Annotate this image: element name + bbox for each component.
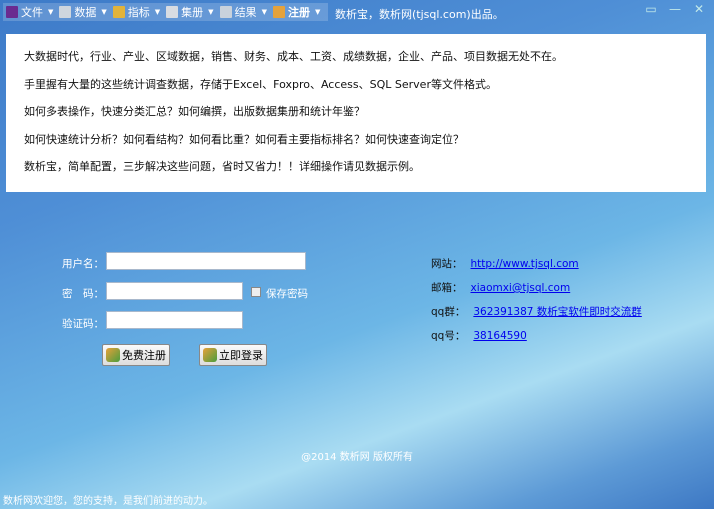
- menu-label: 数据: [74, 6, 97, 19]
- menu-data[interactable]: 数据 ▼: [56, 3, 109, 21]
- captcha-input[interactable]: [106, 311, 243, 329]
- email-row: 邮箱： xiaomxi@tjsql.com: [431, 280, 570, 295]
- window-controls: ▭ — ✕: [642, 2, 708, 16]
- menu-indicator[interactable]: 指标 ▼: [110, 3, 163, 21]
- menu-label: 结果: [234, 6, 257, 19]
- menu-label: 集册: [181, 6, 204, 19]
- save-password-label[interactable]: 保存密码: [266, 286, 308, 301]
- menu-register[interactable]: 注册 ▼: [270, 3, 323, 21]
- qq-group-link[interactable]: 362391387 数析宝软件即时交流群: [473, 306, 641, 318]
- login-label: 立即登录: [219, 349, 263, 362]
- password-label: 密 码：: [62, 288, 104, 300]
- email-label: 邮箱：: [431, 282, 463, 294]
- key-icon: [112, 6, 125, 18]
- bar-chart-icon: [219, 6, 232, 18]
- qq-link[interactable]: 38164590: [473, 330, 526, 342]
- intro-line: 大数据时代，行业、产业、区域数据，销售、财务、成本、工资、成绩数据，企业、产品、…: [24, 50, 563, 63]
- intro-line: 如何多表操作，快速分类汇总？如何编撰，出版数据集册和统计年鉴？: [24, 105, 365, 118]
- intro-panel: 大数据时代，行业、产业、区域数据，销售、财务、成本、工资、成绩数据，企业、产品、…: [6, 34, 706, 192]
- captcha-label: 验证码：: [62, 318, 104, 330]
- menu-label: 指标: [127, 6, 150, 19]
- dropdown-arrow-icon: ▼: [314, 8, 321, 16]
- username-label: 用户名：: [62, 258, 104, 270]
- website-link[interactable]: http://www.tjsql.com: [471, 258, 579, 270]
- menu-collection[interactable]: 集册 ▼: [163, 3, 216, 21]
- byline: 数析宝，数析网(tjsql.com)出品。: [335, 8, 504, 21]
- qq-group-row: qq群： 362391387 数析宝软件即时交流群: [431, 304, 642, 319]
- website-row: 网站： http://www.tjsql.com: [431, 256, 579, 271]
- copyright: @2014 数析网 版权所有: [301, 452, 413, 463]
- menu-label: 注册: [287, 6, 310, 19]
- qq-group-label: qq群：: [431, 306, 466, 318]
- dropdown-arrow-icon: ▼: [101, 8, 107, 16]
- close-icon[interactable]: ✕: [690, 2, 708, 16]
- users-icon: [106, 348, 120, 362]
- status-bar: 数析网欢迎您，您的支持，是我们前进的动力。: [3, 496, 213, 507]
- website-label: 网站：: [431, 258, 463, 270]
- edit-icon: [166, 6, 179, 18]
- restore-icon[interactable]: ▭: [642, 2, 660, 16]
- username-input[interactable]: [106, 252, 306, 270]
- users-icon: [203, 348, 217, 362]
- password-input[interactable]: [106, 282, 243, 300]
- register-label: 免费注册: [122, 349, 166, 362]
- dropdown-arrow-icon: ▼: [208, 8, 214, 16]
- email-link[interactable]: xiaomxi@tjsql.com: [471, 282, 571, 294]
- menu-results[interactable]: 结果 ▼: [217, 3, 270, 21]
- chart-icon: [6, 6, 18, 18]
- minimize-icon[interactable]: —: [666, 2, 684, 16]
- menu-file[interactable]: 文件 ▼: [3, 3, 56, 21]
- intro-line: 手里握有大量的这些统计调查数据，存储于Excel、Foxpro、Access、S…: [24, 77, 497, 91]
- qq-label: qq号：: [431, 330, 466, 342]
- dropdown-arrow-icon: ▼: [154, 8, 161, 16]
- dropdown-arrow-icon: ▼: [261, 8, 267, 16]
- login-button[interactable]: 立即登录: [199, 344, 267, 366]
- users-icon: [272, 6, 285, 18]
- database-icon: [59, 6, 72, 18]
- intro-line: 数析宝，简单配置，三步解决这些问题，省时又省力！！详细操作请见数据示例。: [24, 160, 420, 173]
- qq-row: qq号： 38164590: [431, 328, 527, 343]
- save-password-checkbox[interactable]: [251, 287, 261, 297]
- menu-bar: 文件 ▼ 数据 ▼ 指标 ▼ 集册 ▼ 结果 ▼ 注册 ▼: [3, 3, 328, 21]
- register-button[interactable]: 免费注册: [102, 344, 170, 366]
- intro-line: 如何快速统计分析？如何看结构？如何看比重？如何看主要指标排名？如何快速查询定位？: [24, 132, 464, 146]
- menu-label: 文件: [21, 6, 43, 19]
- dropdown-arrow-icon: ▼: [48, 8, 54, 16]
